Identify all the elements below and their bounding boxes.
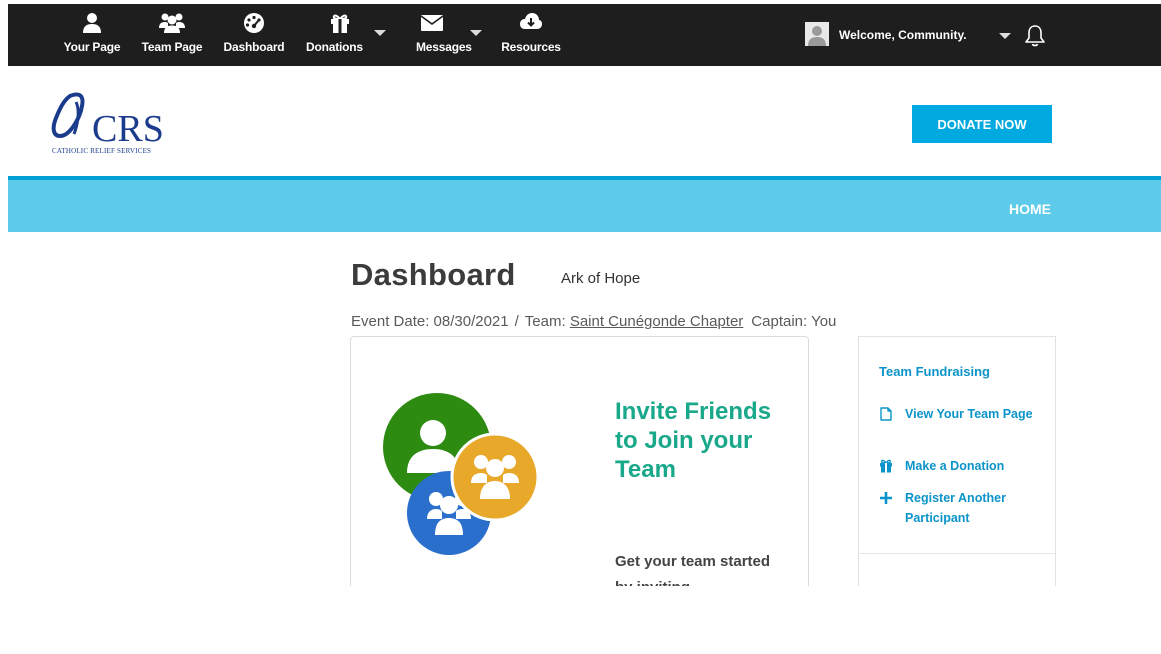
nav-dashboard-label: Dashboard bbox=[223, 40, 285, 54]
nav-your-page[interactable]: Your Page bbox=[60, 4, 124, 66]
nav-resources[interactable]: Resources bbox=[498, 4, 564, 66]
secondary-nav-band: HOME bbox=[8, 176, 1161, 232]
avatar bbox=[805, 22, 829, 46]
donate-now-button[interactable]: DONATE NOW bbox=[912, 105, 1052, 143]
event-meta: Event Date: 08/30/2021 / Team: Saint Cunég… bbox=[351, 313, 836, 330]
notifications-button[interactable] bbox=[1024, 24, 1046, 48]
cloud-download-icon bbox=[520, 13, 542, 29]
page-title: Dashboard bbox=[351, 257, 516, 292]
home-link[interactable]: HOME bbox=[1009, 201, 1051, 217]
nav-team-page[interactable]: Team Page bbox=[136, 4, 208, 66]
nav-messages-label: Messages bbox=[416, 40, 472, 54]
plus-icon bbox=[880, 492, 892, 504]
invite-title: Invite Friends to Join your Team bbox=[615, 398, 772, 483]
person-icon bbox=[83, 13, 101, 33]
crs-logo-subtext: CATHOLIC RELIEF SERVICES bbox=[52, 147, 152, 155]
make-donation-link[interactable]: Make a Donation bbox=[879, 456, 1049, 476]
team-fundraising-heading: Team Fundraising bbox=[879, 364, 990, 379]
nav-dashboard[interactable]: Dashboard bbox=[218, 4, 290, 66]
group-icon bbox=[159, 13, 185, 33]
donations-chevron-down-icon bbox=[374, 30, 386, 36]
invite-body: Get your team started by inviting bbox=[615, 553, 771, 586]
gift-icon bbox=[331, 14, 349, 33]
user-menu-chevron-down-icon bbox=[999, 33, 1011, 39]
gift-icon bbox=[880, 459, 892, 473]
team-name-link[interactable]: Saint Cunégonde Chapter bbox=[570, 313, 743, 330]
page-subtitle: Ark of Hope bbox=[561, 270, 641, 287]
team-illustration bbox=[381, 391, 541, 567]
team-label: Team: bbox=[524, 313, 566, 330]
nav-donations[interactable]: Donations bbox=[300, 4, 390, 66]
make-donation-label: Make a Donation bbox=[905, 459, 1005, 473]
nav-messages[interactable]: Messages bbox=[406, 4, 496, 66]
top-navigation-bar: Your Page Team Page Dashboard Donations … bbox=[8, 4, 1161, 66]
nav-your-page-label: Your Page bbox=[63, 40, 121, 54]
crs-logo[interactable]: CRS CATHOLIC RELIEF SERVICES bbox=[50, 88, 170, 160]
messages-chevron-down-icon bbox=[470, 30, 482, 36]
event-date: Event Date: 08/30/2021 bbox=[351, 313, 509, 330]
envelope-icon bbox=[420, 15, 444, 31]
team-fundraising-panel: Team Fundraising View Your Team Page Mak… bbox=[858, 336, 1056, 586]
invite-friends-card: Invite Friends to Join your Team Get you… bbox=[350, 336, 809, 586]
nav-team-page-label: Team Page bbox=[141, 40, 203, 54]
welcome-text: Welcome, Community. bbox=[839, 28, 967, 42]
dashboard-gauge-icon bbox=[244, 13, 264, 33]
nav-donations-label: Donations bbox=[306, 40, 363, 54]
panel-divider bbox=[859, 553, 1055, 554]
register-participant-link[interactable]: Register Another Participant bbox=[879, 488, 1049, 528]
view-team-page-label: View Your Team Page bbox=[905, 407, 1033, 421]
nav-resources-label: Resources bbox=[501, 40, 561, 54]
crs-logo-text: CRS bbox=[92, 108, 164, 146]
page-icon bbox=[880, 407, 892, 421]
crs-logo-mark: CRS bbox=[51, 92, 164, 150]
bell-icon bbox=[1025, 25, 1045, 47]
view-team-page-link[interactable]: View Your Team Page bbox=[879, 404, 1049, 444]
captain-label: Captain: You bbox=[751, 313, 837, 330]
register-participant-label: Register Another Participant bbox=[905, 491, 1006, 525]
meta-separator: / bbox=[514, 313, 519, 330]
